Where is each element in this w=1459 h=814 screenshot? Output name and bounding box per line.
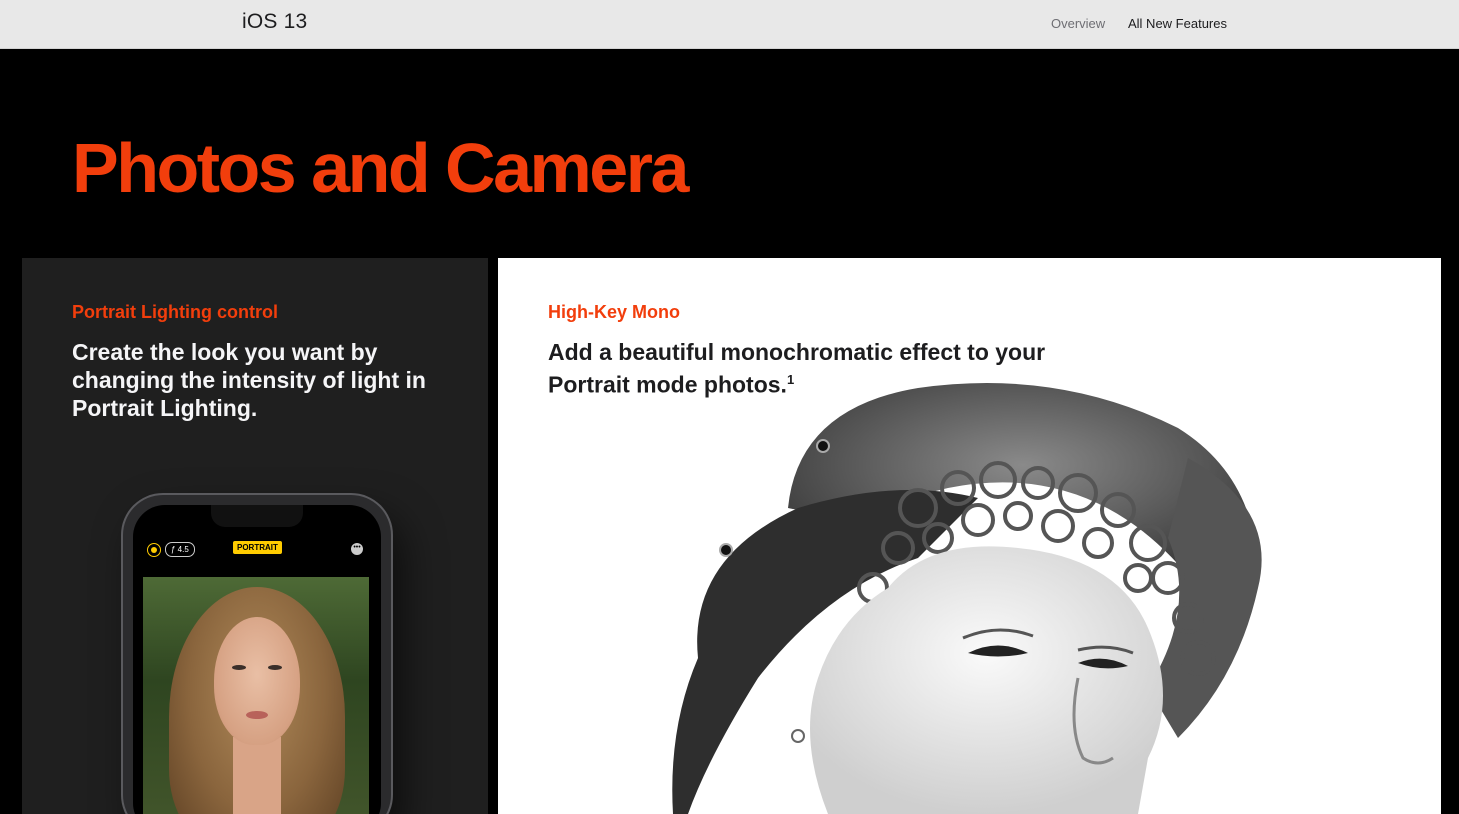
tile-eyebrow: Portrait Lighting control <box>72 302 278 322</box>
nav-all-features-link[interactable]: All New Features <box>1128 16 1227 31</box>
portrait-neck <box>233 737 281 814</box>
lips <box>246 711 268 719</box>
section-headline: Photos and Camera <box>72 129 689 207</box>
global-nav: iOS 13 Overview All New Features <box>0 0 1459 49</box>
flash-icon <box>147 543 161 557</box>
tile-description-text: Add a beautiful monochromatic effect to … <box>548 339 1046 398</box>
more-icon: ••• <box>351 543 363 555</box>
iphone-device-image: ƒ 4.5 PORTRAIT ••• <box>123 495 391 814</box>
portrait-mode-badge: PORTRAIT <box>233 541 282 554</box>
portrait-lighting-tile: Portrait Lighting control Create the loo… <box>22 258 488 814</box>
tile-eyebrow: High-Key Mono <box>548 302 680 322</box>
high-key-mono-tile: High-Key Mono Add a beautiful monochroma… <box>498 258 1441 814</box>
iphone-screen: ƒ 4.5 PORTRAIT ••• <box>133 505 381 814</box>
iphone-notch <box>211 505 303 527</box>
tile-description: Create the look you want by changing the… <box>72 339 426 421</box>
tile-description: Add a beautiful monochromatic effect to … <box>548 338 1068 399</box>
aperture-badge: ƒ 4.5 <box>165 542 195 557</box>
right-eye <box>268 665 282 670</box>
left-eye <box>232 665 246 670</box>
footnote-link[interactable]: 1 <box>787 372 794 387</box>
nav-overview-link[interactable]: Overview <box>1051 16 1105 31</box>
portrait-face <box>214 617 300 745</box>
camera-viewfinder-photo <box>143 577 369 814</box>
nav-brand-link[interactable]: iOS 13 <box>242 10 307 34</box>
